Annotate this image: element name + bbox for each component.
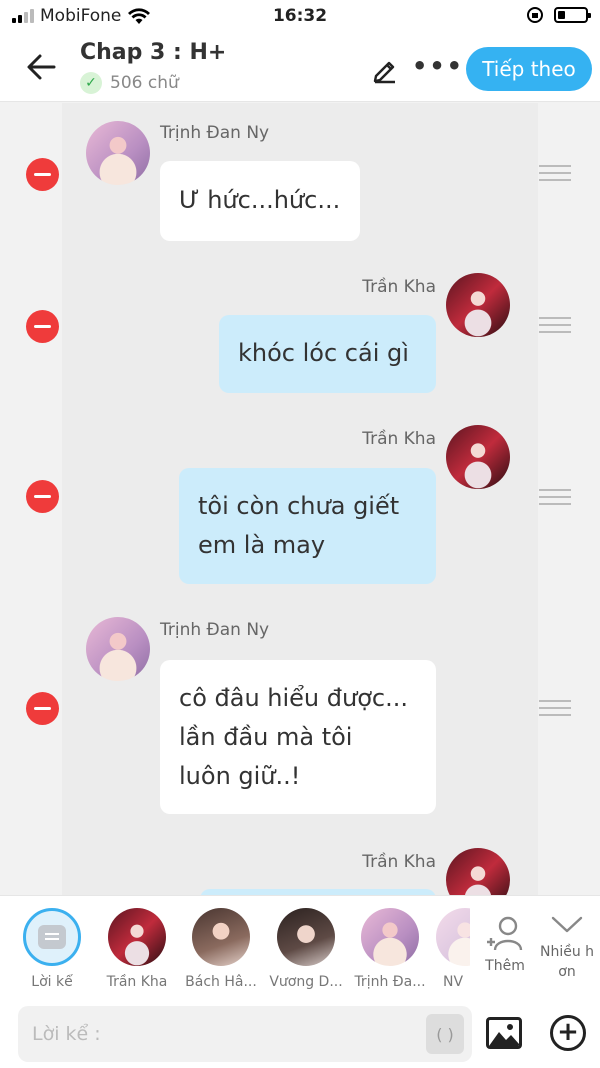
chevron-down-icon bbox=[551, 916, 583, 933]
check-icon: ✓ bbox=[80, 72, 102, 94]
character-label: Lời kể bbox=[31, 974, 73, 990]
drag-handle-icon[interactable] bbox=[539, 165, 571, 181]
battery-icon bbox=[554, 7, 591, 23]
message-bubble[interactable]: khóc lóc cái gì bbox=[219, 315, 436, 393]
drag-handle-icon[interactable] bbox=[539, 700, 571, 716]
status-bar: MobiFone 16:32 bbox=[0, 0, 600, 34]
character-narration[interactable]: Lời kể bbox=[12, 908, 92, 990]
speaker-name: Trần Kha bbox=[362, 852, 436, 872]
avatar bbox=[436, 908, 470, 966]
delete-message-icon[interactable] bbox=[26, 480, 59, 513]
drag-handle-icon[interactable] bbox=[539, 489, 571, 505]
avatar bbox=[86, 617, 150, 681]
image-icon[interactable] bbox=[486, 1017, 522, 1049]
avatar bbox=[86, 121, 150, 185]
speaker-name: Trịnh Đan Ny bbox=[160, 620, 270, 640]
character-tray: Lời kể Trần Kha Bách Hâ... Vương D... Tr… bbox=[0, 895, 600, 1068]
chat-bubble-icon bbox=[38, 925, 66, 949]
avatar bbox=[446, 425, 510, 489]
message-line: khóc lóc cái gì bbox=[238, 339, 409, 367]
back-arrow-icon[interactable] bbox=[24, 50, 64, 86]
add-person-icon bbox=[487, 916, 523, 951]
pencil-icon[interactable] bbox=[370, 54, 400, 84]
character-item[interactable]: Trịnh Đa... bbox=[350, 908, 430, 990]
avatar bbox=[446, 273, 510, 337]
message-line: tôi còn chưa giết bbox=[198, 492, 400, 520]
delete-message-icon[interactable] bbox=[26, 158, 59, 191]
character-label: NV bbox=[442, 974, 464, 990]
message-line: em là may bbox=[198, 531, 326, 559]
add-character-label: Thêm bbox=[485, 958, 525, 974]
avatar bbox=[108, 908, 166, 966]
character-label: Vương D... bbox=[269, 974, 343, 990]
more-options-icon[interactable]: ••• bbox=[412, 52, 464, 80]
speaker-name: Trịnh Đan Ny bbox=[160, 123, 270, 143]
delete-message-icon[interactable] bbox=[26, 310, 59, 343]
message-line: Ư hức...hức... bbox=[179, 186, 341, 214]
delete-message-icon[interactable] bbox=[26, 692, 59, 725]
character-list: Lời kể Trần Kha Bách Hâ... Vương D... Tr… bbox=[0, 896, 600, 996]
message-line: luôn giữ..! bbox=[179, 762, 301, 790]
status-time: 16:32 bbox=[272, 6, 328, 26]
character-item[interactable]: Bách Hâ... bbox=[181, 908, 261, 990]
narration-avatar bbox=[23, 908, 81, 966]
message-line: lần đầu mà tôi bbox=[179, 723, 353, 751]
parenthesis-button[interactable]: ( ) bbox=[426, 1014, 464, 1054]
word-count-label: 506 chữ bbox=[110, 73, 179, 93]
message-line: cô đâu hiểu được... bbox=[179, 684, 408, 712]
character-item[interactable]: Trần Kha bbox=[97, 908, 177, 990]
more-characters-button[interactable]: Nhiều h ơn bbox=[536, 914, 598, 982]
rotation-lock-icon bbox=[527, 7, 543, 23]
avatar bbox=[192, 908, 250, 966]
add-icon[interactable]: + bbox=[550, 1015, 586, 1051]
message-bubble[interactable]: cô đâu hiểu được... lần đầu mà tôi luôn gi… bbox=[160, 660, 436, 814]
message-input[interactable] bbox=[32, 1018, 412, 1050]
character-label: Trịnh Đa... bbox=[354, 974, 426, 990]
avatar bbox=[277, 908, 335, 966]
character-item[interactable]: Vương D... bbox=[266, 908, 346, 990]
drag-handle-icon[interactable] bbox=[539, 317, 571, 333]
word-count: ✓ 506 chữ bbox=[80, 72, 179, 94]
chapter-title[interactable]: Chap 3 : H+ bbox=[80, 40, 226, 65]
message-bubble[interactable]: tôi còn chưa giết em là may bbox=[179, 468, 436, 584]
more-label: Nhiều h ơn bbox=[539, 944, 595, 980]
composer: ( ) bbox=[18, 1006, 472, 1062]
character-label: Trần Kha bbox=[106, 974, 168, 990]
message-bubble[interactable]: Ư hức...hức... bbox=[160, 161, 360, 241]
speaker-name: Trần Kha bbox=[362, 277, 436, 297]
character-label: Bách Hâ... bbox=[185, 974, 257, 990]
character-item[interactable]: NV bbox=[436, 908, 470, 990]
chat-list[interactable]: Trịnh Đan Ny Ư hức...hức... Trần Kha khó… bbox=[0, 103, 600, 895]
add-character-button[interactable]: Thêm bbox=[480, 914, 530, 974]
next-button[interactable]: Tiếp theo bbox=[466, 47, 592, 91]
avatar bbox=[361, 908, 419, 966]
editor-header: Chap 3 : H+ ✓ 506 chữ ••• Tiếp theo bbox=[0, 34, 600, 102]
speaker-name: Trần Kha bbox=[362, 429, 436, 449]
status-right bbox=[526, 6, 591, 24]
